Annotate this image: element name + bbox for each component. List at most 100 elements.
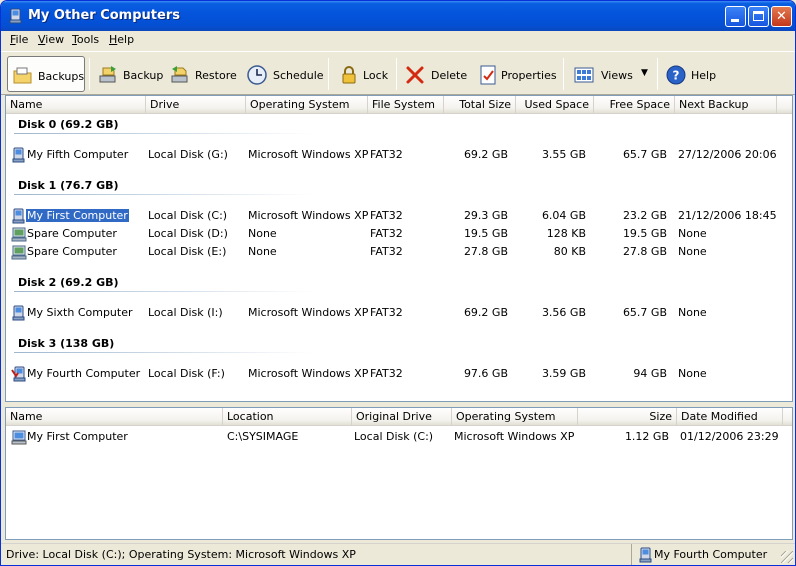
- column-header-name[interactable]: Name: [6, 408, 223, 426]
- item-used-space: 80 KB: [553, 245, 586, 258]
- column-header-size[interactable]: Size: [578, 408, 677, 426]
- resize-grip-icon[interactable]: [781, 551, 793, 563]
- backup-button[interactable]: Backup: [93, 56, 163, 92]
- column-header-name[interactable]: Name: [6, 96, 146, 114]
- toolbar-separator: [89, 58, 90, 90]
- minimize-icon: [731, 19, 739, 22]
- help-icon: ?: [666, 65, 686, 85]
- views-dropdown-arrow-icon[interactable]: ▼: [641, 68, 648, 78]
- column-header-operating-system[interactable]: Operating System: [452, 408, 578, 426]
- item-name: My Fourth Computer: [27, 367, 141, 380]
- restore-button[interactable]: Restore: [165, 56, 237, 92]
- restore-icon: [171, 66, 188, 83]
- column-header-drive[interactable]: Drive: [146, 96, 246, 114]
- item-drive: Local Disk (E:): [148, 245, 227, 258]
- table-row[interactable]: My First Computer C:\SYSIMAGE Local Disk…: [6, 428, 792, 446]
- group-divider: [14, 291, 314, 292]
- item-os: None: [248, 245, 277, 258]
- item-used-space: 3.55 GB: [541, 148, 586, 161]
- backups-list-header: Name Location Original Drive Operating S…: [6, 408, 792, 426]
- item-drive: Local Disk (I:): [148, 306, 223, 319]
- list-item[interactable]: Spare Computer Local Disk (E:) None FAT3…: [6, 243, 792, 261]
- list-item[interactable]: My First Computer Local Disk (C:) Micros…: [6, 207, 792, 225]
- properties-label: Properties: [501, 69, 557, 82]
- toolbar-separator: [657, 58, 658, 90]
- item-file-system: FAT32: [370, 209, 403, 222]
- item-drive: Local Disk (D:): [148, 227, 228, 240]
- list-item[interactable]: My Fifth Computer Local Disk (G:) Micros…: [6, 146, 792, 164]
- schedule-clock-icon: [247, 65, 267, 85]
- properties-button[interactable]: Properties: [473, 56, 557, 92]
- backups-button[interactable]: Backups: [7, 56, 85, 92]
- item-name: Spare Computer: [27, 227, 117, 240]
- column-header-file-system[interactable]: File System: [368, 96, 444, 114]
- item-used-space: 3.59 GB: [541, 367, 586, 380]
- column-header-location[interactable]: Location: [223, 408, 352, 426]
- window-title: My Other Computers: [28, 8, 180, 23]
- backup-size: 1.12 GB: [624, 430, 669, 443]
- svg-text:?: ?: [673, 69, 680, 83]
- column-header-total-size[interactable]: Total Size: [444, 96, 516, 114]
- group-title: Disk 1 (76.7 GB): [18, 179, 119, 192]
- status-computer-name: My Fourth Computer: [654, 548, 768, 561]
- close-button[interactable]: ✕: [771, 6, 792, 27]
- list-item[interactable]: My Sixth Computer Local Disk (I:) Micros…: [6, 304, 792, 322]
- menu-help[interactable]: Help: [109, 33, 134, 46]
- item-used-space: 6.04 GB: [541, 209, 586, 222]
- toolbar-separator: [328, 58, 329, 90]
- item-drive: Local Disk (G:): [148, 148, 228, 161]
- item-total-size: 19.5 GB: [463, 227, 508, 240]
- title-bar[interactable]: My Other Computers ✕: [1, 1, 795, 31]
- restore-label: Restore: [195, 69, 237, 82]
- list-item[interactable]: Spare Computer Local Disk (D:) None FAT3…: [6, 225, 792, 243]
- delete-button[interactable]: Delete: [400, 56, 468, 92]
- schedule-button[interactable]: Schedule: [242, 56, 324, 92]
- menu-view[interactable]: View: [38, 33, 64, 46]
- properties-icon: [480, 65, 496, 85]
- item-free-space: 23.2 GB: [622, 209, 667, 222]
- minimize-button[interactable]: [725, 6, 746, 27]
- spare-computer-icon: [11, 245, 27, 260]
- item-next-backup: 21/12/2006 18:45: [678, 209, 777, 222]
- column-header-next-backup[interactable]: Next Backup: [675, 96, 777, 114]
- list-item[interactable]: My Fourth Computer Local Disk (F:) Micro…: [6, 365, 792, 383]
- computer-icon: [9, 8, 22, 24]
- backups-folder-icon: [13, 67, 32, 84]
- column-header-used-space[interactable]: Used Space: [516, 96, 594, 114]
- item-next-backup: None: [678, 245, 707, 258]
- column-header-date-modified[interactable]: Date Modified: [677, 408, 783, 426]
- column-header-free-space[interactable]: Free Space: [594, 96, 675, 114]
- views-button[interactable]: Views ▼: [569, 56, 653, 92]
- computer-icon: [12, 147, 25, 163]
- computer-icon: [12, 305, 25, 321]
- column-header-operating-system[interactable]: Operating System: [246, 96, 368, 114]
- computer-icon: [639, 547, 652, 563]
- backups-label: Backups: [38, 70, 85, 83]
- menu-help-label: elp: [117, 33, 135, 46]
- lock-icon: [342, 66, 356, 84]
- column-header-original-drive[interactable]: Original Drive: [352, 408, 452, 426]
- item-name: My Fifth Computer: [27, 148, 129, 161]
- menu-tools[interactable]: Tools: [72, 33, 99, 46]
- item-os: None: [248, 227, 277, 240]
- maximize-button[interactable]: [748, 6, 769, 27]
- backup-os: Microsoft Windows XP: [454, 430, 575, 443]
- current-computer-icon: [11, 366, 26, 382]
- lock-button[interactable]: Lock: [334, 56, 390, 92]
- item-total-size: 97.6 GB: [463, 367, 508, 380]
- maximize-icon: [753, 11, 764, 21]
- group-title: Disk 0 (69.2 GB): [18, 118, 119, 131]
- computers-list[interactable]: Name Drive Operating System File System …: [5, 95, 793, 402]
- toolbar-separator: [396, 58, 397, 90]
- backup-label: Backup: [123, 69, 164, 82]
- item-total-size: 29.3 GB: [463, 209, 508, 222]
- backups-list[interactable]: Name Location Original Drive Operating S…: [5, 407, 793, 540]
- menu-file[interactable]: File: [10, 33, 28, 46]
- item-next-backup: None: [678, 367, 707, 380]
- status-current-computer: My Fourth Computer: [631, 544, 795, 565]
- backup-date-modified: 01/12/2006 23:29: [680, 430, 779, 443]
- item-free-space: 65.7 GB: [622, 306, 667, 319]
- views-label: Views: [601, 69, 633, 82]
- delete-label: Delete: [431, 69, 468, 82]
- help-button[interactable]: ? Help: [661, 56, 717, 92]
